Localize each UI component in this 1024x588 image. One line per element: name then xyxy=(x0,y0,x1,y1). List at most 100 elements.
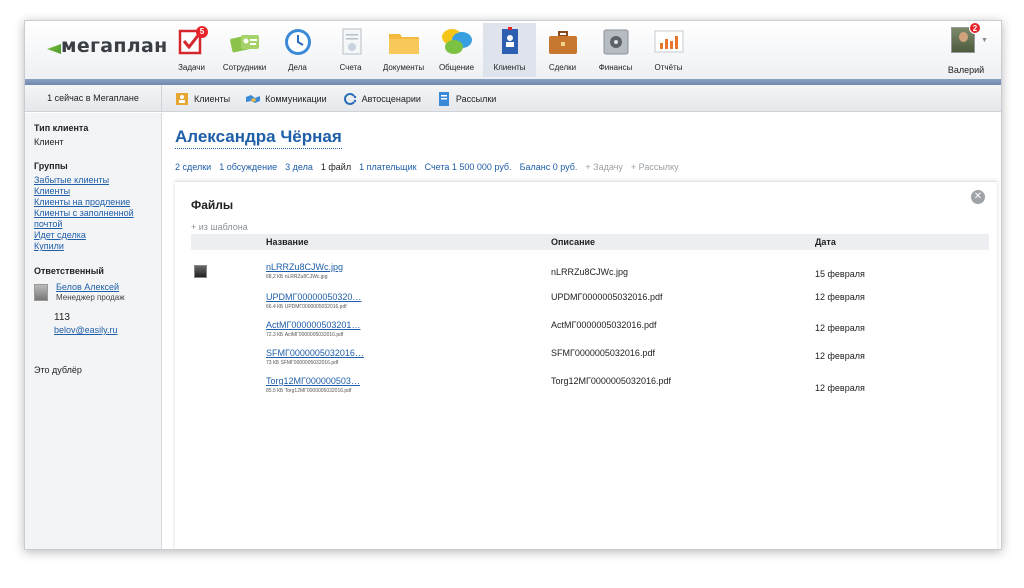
client-type-heading: Тип клиента xyxy=(34,123,89,133)
col-name-header[interactable]: Название xyxy=(266,237,308,247)
nav-invoices-label: Счета xyxy=(339,63,362,72)
from-template-link[interactable]: + из шаблона xyxy=(191,222,248,232)
megaplan-logo[interactable]: мегаплан xyxy=(47,35,167,61)
group-link-forgotten-clients[interactable]: Забытые клиенты xyxy=(34,175,161,186)
table-row[interactable]: ActМГ000000503201… 72.3 КБ ActМГ00000050… xyxy=(191,320,989,348)
table-row[interactable]: UPDМГ00000050320… 66.4 КБ UPDМГ000000503… xyxy=(191,292,989,320)
briefcase-icon xyxy=(548,31,577,54)
group-link-renewal[interactable]: Клиенты на продление xyxy=(34,197,161,208)
nav-clients[interactable]: Клиенты xyxy=(483,23,536,77)
autoscenario-icon xyxy=(343,92,356,105)
subnav-clients[interactable]: Клиенты xyxy=(175,85,230,112)
client-type-value: Клиент xyxy=(34,137,64,147)
nav-finance-label: Финансы xyxy=(598,63,633,72)
nav-clients-label: Клиенты xyxy=(493,63,526,72)
subnav-communications-label: Коммуникации xyxy=(265,93,327,104)
image-thumbnail-icon[interactable] xyxy=(194,265,207,278)
sub-toolbar: 1 сейчас в Мегаплане Клиенты Коммуникаци… xyxy=(25,85,1001,112)
nav-deals-todo-label: Дела xyxy=(288,63,307,72)
user-notifications-badge[interactable]: 2 xyxy=(969,22,981,34)
responsible-role: Менеджер продаж xyxy=(56,293,125,302)
responsible-avatar xyxy=(34,284,48,301)
main-nav: 5 Задачи Сотрудники Дела Счета Документы… xyxy=(165,23,695,77)
col-date-header[interactable]: Дата xyxy=(815,237,836,247)
table-row[interactable]: SFМГ0000005032016… 73 КБ SFМГ00000050320… xyxy=(191,348,989,376)
nav-documents[interactable]: Документы xyxy=(377,23,430,77)
subnav-autoscenarios[interactable]: Автосценарии xyxy=(343,85,421,112)
file-date: 12 февраля xyxy=(815,292,865,302)
responsible-email-link[interactable]: belov@easily.ru xyxy=(54,325,161,335)
nav-reports[interactable]: Отчёты xyxy=(642,23,695,77)
nav-tasks[interactable]: 5 Задачи xyxy=(165,23,218,77)
file-description: ActМГ0000005032016.pdf xyxy=(551,320,657,330)
contacts-icon xyxy=(501,27,518,54)
file-date: 12 февраля xyxy=(815,383,865,393)
group-link-clients[interactable]: Клиенты xyxy=(34,186,161,197)
tab-deals[interactable]: 2 сделки xyxy=(175,162,211,172)
subnav-clients-label: Клиенты xyxy=(194,93,231,104)
tab-files[interactable]: 1 файл xyxy=(321,162,351,172)
mailing-icon xyxy=(438,91,449,106)
file-name-link[interactable]: nLRRZu8CJWc.jpg xyxy=(266,262,343,272)
tab-invoices[interactable]: Счета 1 500 000 руб. xyxy=(425,162,512,172)
nav-tasks-label: Задачи xyxy=(178,63,205,72)
tasks-badge: 5 xyxy=(196,26,208,38)
file-name-link[interactable]: UPDМГ00000050320… xyxy=(266,292,361,302)
file-description: Torg12МГ0000005032016.pdf xyxy=(551,376,671,386)
add-task-link[interactable]: + Задачу xyxy=(585,162,622,172)
user-menu[interactable]: 2 ▼ Валерий xyxy=(941,22,991,75)
groups-heading: Группы xyxy=(34,161,68,171)
file-date: 15 февраля xyxy=(815,269,865,279)
reports-icon xyxy=(654,30,683,53)
file-meta: 73 КБ SFМГ0000005032016.pdf xyxy=(266,360,339,366)
file-date: 12 февраля xyxy=(815,323,865,333)
tab-discussions[interactable]: 1 обсуждение xyxy=(219,162,277,172)
nav-reports-label: Отчёты xyxy=(654,63,683,72)
tab-payers[interactable]: 1 плательщик xyxy=(359,162,416,172)
table-row[interactable]: nLRRZu8CJWc.jpg 68,2 КБ nLRRZu8CJWc.jpg … xyxy=(191,262,989,290)
tab-todos[interactable]: 3 дела xyxy=(285,162,313,172)
invoice-icon xyxy=(342,28,361,55)
nav-employees[interactable]: Сотрудники xyxy=(218,23,271,77)
nav-deals[interactable]: Сделки xyxy=(536,23,589,77)
nav-communication[interactable]: Общение xyxy=(430,23,483,77)
group-link-bought[interactable]: Купили xyxy=(34,241,161,252)
nav-invoices[interactable]: Счета xyxy=(324,23,377,77)
online-users[interactable]: 1 сейчас в Мегаплане xyxy=(25,85,162,112)
group-link-with-email[interactable]: Клиенты с заполненной почтой xyxy=(34,208,161,230)
responsible-name-link[interactable]: Белов Алексей xyxy=(56,282,119,292)
subnav-mailings[interactable]: Рассылки xyxy=(437,85,496,112)
close-icon[interactable]: ✕ xyxy=(971,190,985,204)
employees-icon xyxy=(229,35,259,53)
logo-mark-icon xyxy=(47,44,61,54)
nav-finance[interactable]: Финансы xyxy=(589,23,642,77)
logo-text: мегаплан xyxy=(61,35,168,57)
client-sidebar: Тип клиента Клиент Группы Забытые клиент… xyxy=(25,113,162,549)
file-name-link[interactable]: SFМГ0000005032016… xyxy=(266,348,364,358)
user-name: Валерий xyxy=(947,65,985,75)
file-description: SFМГ0000005032016.pdf xyxy=(551,348,655,358)
sidebar-note: Это дублёр xyxy=(34,365,82,375)
sub-nav: Клиенты Коммуникации Автосценарии Рассыл… xyxy=(175,85,512,112)
handshake-icon xyxy=(246,94,261,103)
chat-icon xyxy=(441,29,472,54)
group-link-deal-in-progress[interactable]: Идет сделка xyxy=(34,230,161,241)
subnav-mailings-label: Рассылки xyxy=(455,93,497,104)
client-main: Александра Чёрная 2 сделки 1 обсуждение … xyxy=(163,113,1001,549)
file-name-link[interactable]: ActМГ000000503201… xyxy=(266,320,360,330)
col-description-header[interactable]: Описание xyxy=(551,237,595,247)
table-row[interactable]: Torg12МГ000000503… 85.5 КБ Torg12МГ00000… xyxy=(191,376,989,404)
add-mailing-link[interactable]: + Рассылку xyxy=(631,162,679,172)
nav-deals-todo[interactable]: Дела xyxy=(271,23,324,77)
file-meta: 66.4 КБ UPDМГ0000005032016.pdf xyxy=(266,304,347,310)
tab-balance[interactable]: Баланс 0 руб. xyxy=(520,162,578,172)
file-name-link[interactable]: Torg12МГ000000503… xyxy=(266,376,360,386)
subnav-communications[interactable]: Коммуникации xyxy=(246,85,327,112)
chevron-down-icon[interactable]: ▼ xyxy=(981,37,988,44)
safe-icon xyxy=(603,29,628,55)
files-panel: Файлы ✕ + из шаблона Название Описание Д… xyxy=(175,181,997,549)
responsible-heading: Ответственный xyxy=(34,266,104,276)
client-name-title[interactable]: Александра Чёрная xyxy=(175,127,342,149)
nav-employees-label: Сотрудники xyxy=(222,63,267,72)
files-table-header: Название Описание Дата xyxy=(191,234,989,250)
